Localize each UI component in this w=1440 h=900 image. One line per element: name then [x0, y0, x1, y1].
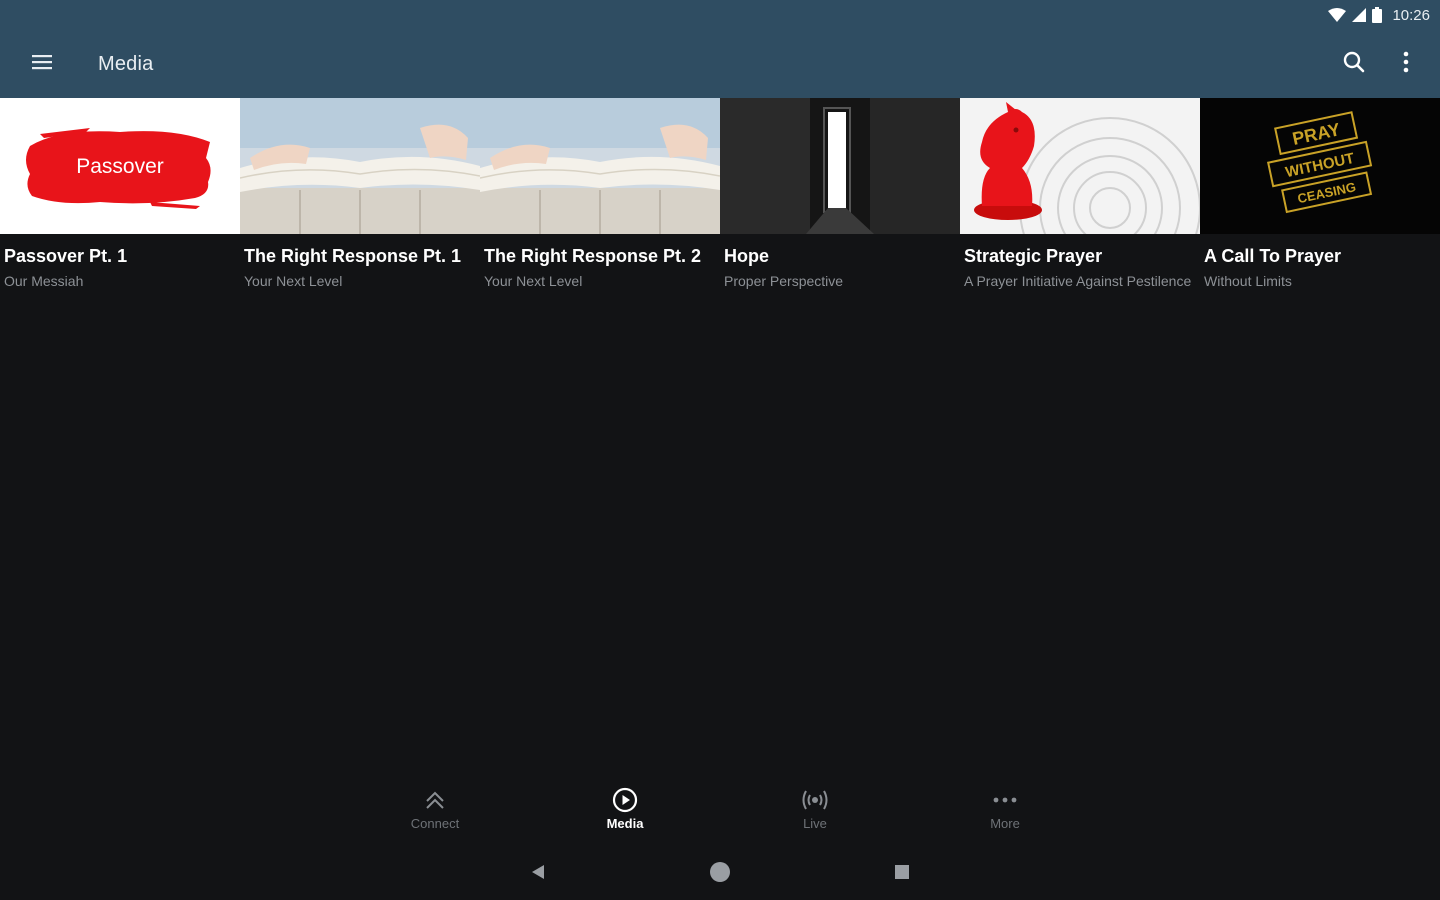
media-subtitle: Your Next Level	[244, 273, 343, 289]
media-subtitle: A Prayer Initiative Against Pestilence	[964, 273, 1192, 289]
play-circle-icon	[611, 786, 639, 814]
media-title: Strategic Prayer	[964, 246, 1103, 266]
status-time: 10:26	[1392, 6, 1430, 24]
hamburger-icon	[31, 53, 53, 76]
media-thumbnail-pray-without-ceasing: PRAY WITHOUT CEASING	[1200, 98, 1440, 234]
system-navigation-bar	[0, 852, 1440, 896]
thumbnail-text: Passover	[76, 155, 164, 178]
media-thumbnail-passover: Passover	[0, 98, 240, 234]
wifi-icon	[1328, 8, 1347, 22]
overflow-menu-button[interactable]	[1386, 44, 1426, 84]
nav-item-media[interactable]: Media	[530, 786, 720, 842]
media-card[interactable]: Strategic Prayer A Prayer Initiative Aga…	[960, 98, 1200, 298]
nav-item-connect[interactable]: Connect	[340, 786, 530, 842]
system-back-button[interactable]	[524, 860, 552, 888]
media-title: Hope	[724, 246, 769, 266]
nav-item-more[interactable]: More	[910, 786, 1100, 842]
more-vertical-icon	[1403, 51, 1409, 78]
media-card[interactable]: The Right Response Pt. 2 Your Next Level	[480, 98, 720, 298]
page-title: Media	[98, 52, 154, 75]
media-subtitle: Proper Perspective	[724, 273, 844, 289]
media-title: The Right Response Pt. 1	[244, 246, 462, 266]
status-bar: 10:26	[0, 0, 1440, 30]
nav-label: Live	[803, 816, 827, 831]
app-bar: Media	[0, 30, 1440, 98]
broadcast-icon	[801, 786, 829, 814]
media-title: The Right Response Pt. 2	[484, 246, 702, 266]
media-subtitle: Our Messiah	[4, 273, 84, 289]
battery-icon	[1372, 7, 1383, 23]
media-screen: 10:26 Media Passover Passover Pt. 1 Our …	[0, 0, 1440, 900]
media-subtitle: Without Limits	[1204, 273, 1292, 289]
search-icon	[1342, 50, 1366, 79]
media-title: Passover Pt. 1	[4, 246, 128, 266]
system-recents-button[interactable]	[888, 860, 916, 888]
system-home-button[interactable]	[706, 860, 734, 888]
nav-label: Media	[606, 816, 644, 831]
back-triangle-icon	[530, 864, 546, 885]
media-thumbnail-chess-knight	[960, 98, 1200, 234]
media-grid: Passover Passover Pt. 1 Our Messiah The …	[0, 98, 1440, 298]
recents-square-icon	[894, 864, 910, 885]
media-card[interactable]: PRAY WITHOUT CEASING A Call To Prayer Wi…	[1200, 98, 1440, 298]
media-thumbnail-open-bible	[480, 98, 720, 234]
nav-label: Connect	[410, 816, 460, 831]
media-card[interactable]: Passover Passover Pt. 1 Our Messiah	[0, 98, 240, 298]
media-card[interactable]: The Right Response Pt. 1 Your Next Level	[240, 98, 480, 298]
nav-label: More	[990, 816, 1020, 831]
menu-button[interactable]	[22, 44, 62, 84]
media-thumbnail-light-door	[720, 98, 960, 234]
home-circle-icon	[708, 860, 732, 889]
signal-icon	[1352, 8, 1367, 22]
nav-item-live[interactable]: Live	[720, 786, 910, 842]
double-chevron-up-icon	[421, 786, 449, 814]
search-button[interactable]	[1334, 44, 1374, 84]
media-title: A Call To Prayer	[1204, 246, 1342, 266]
media-subtitle: Your Next Level	[484, 273, 583, 289]
media-thumbnail-open-bible	[240, 98, 480, 234]
more-horizontal-icon	[991, 786, 1019, 814]
media-card[interactable]: Hope Proper Perspective	[720, 98, 960, 298]
bottom-navigation: Connect Media Live More	[340, 786, 1100, 842]
